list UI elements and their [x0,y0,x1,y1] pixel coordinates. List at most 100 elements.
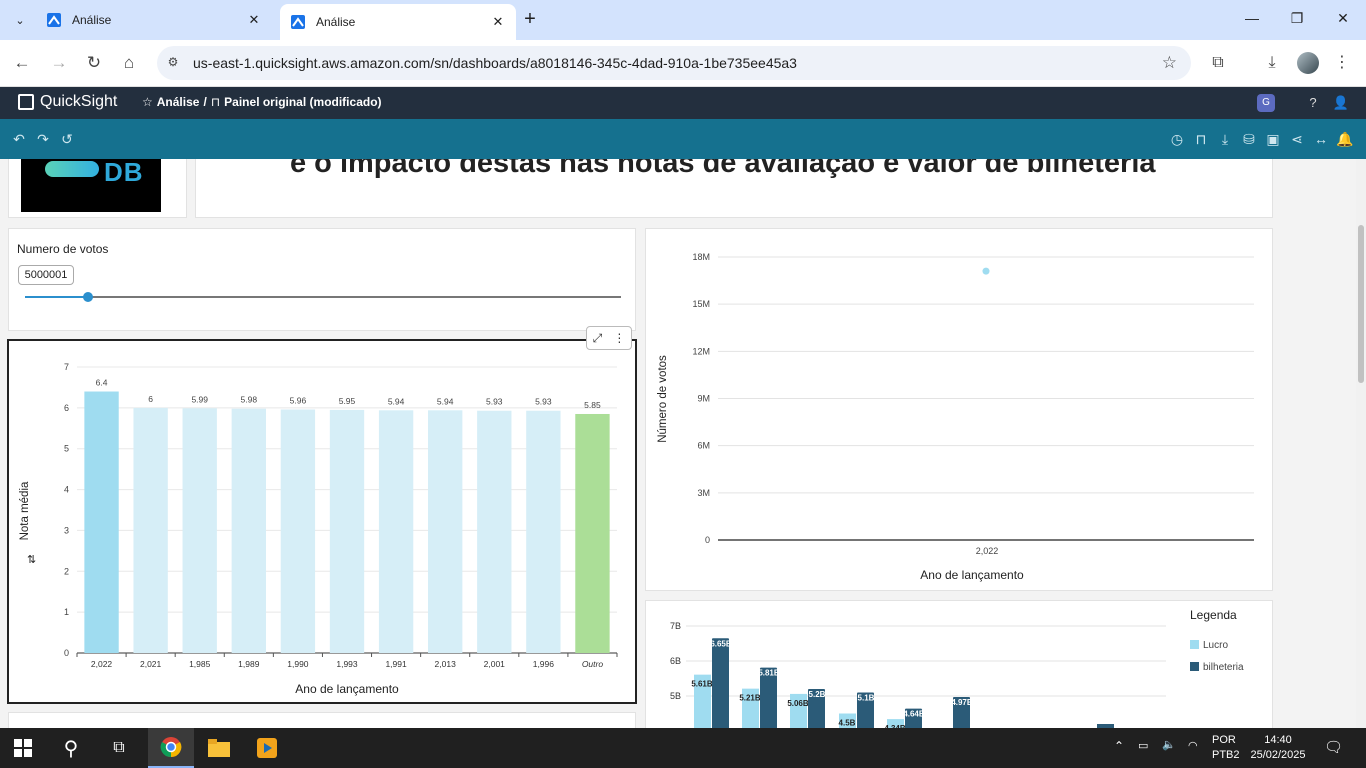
forward-arrow-icon[interactable]: → [48,52,70,74]
votes-scatter-panel[interactable]: 0 3M 6M 9M 12M 15M 18M 2,022 Ano de lançamento Nú… [645,228,1273,591]
task-view-icon[interactable]: ⧉ [96,728,142,768]
expand-icon[interactable]: ⤢ [593,331,603,346]
x-tick-label: 2,013 [435,659,457,669]
file-explorer-icon[interactable] [196,728,242,768]
network-icon[interactable]: ◠ [1188,739,1198,752]
reload-icon[interactable]: ↻ [83,52,105,74]
save-icon[interactable]: ▣ [1264,130,1282,148]
quicksight-favicon-icon [47,13,61,27]
help-icon[interactable]: ? [1304,94,1322,112]
bar-value-label: 5.93 [535,397,552,407]
window-restore-icon[interactable]: ❐ [1287,10,1307,30]
x-tick-label: 2,022 [91,659,113,669]
notification-center-icon[interactable]: 🗨 [1324,738,1343,756]
downloads-icon[interactable]: ⤓ [1261,52,1283,74]
schedule-clock-icon[interactable]: ◷ [1168,130,1186,148]
browser-menu-kebab-icon[interactable]: ⋮ [1331,52,1353,74]
bookmark-icon[interactable]: ⊓ [1192,130,1210,148]
bar [526,410,561,653]
volume-icon[interactable]: 🔈 [1162,738,1176,751]
profile-avatar[interactable] [1297,52,1319,74]
revenue-bar-chart-panel[interactable]: 5B 6B 7B 5.61B 6.65B 5.21B 5.81B 5.06B 5.2B 4.5B 5… [645,600,1273,728]
search-icon[interactable]: ⚲ [48,728,94,768]
browser-tab-1[interactable]: Análise ✕ [36,4,272,36]
browser-tab-2[interactable]: Análise ✕ [280,4,516,40]
x-tick-label: 1,996 [533,659,555,669]
address-url: us-east-1.quicksight.aws.amazon.com/sn/d… [193,55,797,71]
address-bar[interactable]: ⚙ us-east-1.quicksight.aws.amazon.com/sn… [157,46,1191,80]
q-assistant-icon[interactable]: G [1257,94,1275,112]
fit-width-icon[interactable]: ↔ [1312,130,1330,148]
windows-taskbar: ⚲ ⧉ ⌃ ▭ 🔈 ◠ POR PTB2 14:40 25/02/2025 🗨 [0,728,1366,768]
visual-menu: ⤢ ⋮ [586,326,632,350]
y-tick-label: 3 [64,525,69,535]
dataset-icon[interactable]: ⛁ [1240,130,1258,148]
page-scrollbar[interactable] [1356,159,1366,728]
y-tick-label: 18M [692,252,710,262]
windows-start-icon[interactable] [0,728,46,768]
reset-icon[interactable]: ↺ [58,130,76,148]
site-info-icon[interactable]: ⚙ [165,55,181,71]
clock[interactable]: 14:40 25/02/2025 [1248,733,1308,763]
bar-value-label: 5.85 [584,400,601,410]
bar-value-label: 5.98 [241,395,258,405]
notification-bell-icon[interactable]: 🔔 [1336,130,1354,148]
language-indicator[interactable]: POR PTB2 [1212,733,1240,763]
bar [428,410,463,653]
scrollbar-thumb[interactable] [1358,225,1364,383]
chrome-taskbar-icon[interactable] [148,728,194,768]
tray-chevron-up-icon[interactable]: ⌃ [1114,739,1124,753]
header-panel: e o impacto destas nas notas de avaliaçã… [195,159,1273,218]
window-minimize-icon[interactable]: — [1242,10,1262,30]
tab-close-icon[interactable]: ✕ [490,14,506,30]
visual-options-kebab-icon[interactable]: ⋮ [613,331,625,345]
dashboard-toolbar: ↶ ↷ ↺ ◷ ⊓ ⤓ ⛁ ▣ ⋖ ↔ 🔔 [0,119,1366,159]
back-arrow-icon[interactable]: ← [11,52,33,74]
favorite-star-icon[interactable]: ☆ [142,95,153,109]
bar [84,391,119,653]
undo-icon[interactable]: ↶ [10,130,28,148]
home-icon[interactable]: ⌂ [118,52,140,74]
y-tick-label: 7 [64,362,69,372]
x-tick-label: 2,022 [976,546,999,556]
db-logo-image: DB [21,159,161,212]
x-axis-title: Ano de lançamento [295,682,399,696]
redo-icon[interactable]: ↷ [34,130,52,148]
votes-filter-panel: Numero de votos 5000001 [8,228,636,331]
y-tick-label: 12M [692,346,710,356]
extensions-puzzle-icon[interactable]: ⧉ [1207,52,1229,74]
lucro-value-label: 4.5B [839,719,856,728]
bookmark-icon[interactable]: ⊓ [211,95,220,109]
bar-value-label: 6 [148,394,153,404]
bar-value-label: 5.94 [388,396,405,406]
votes-slider-track[interactable] [25,296,621,298]
y-tick-label: 5B [670,691,681,701]
votes-scatter-chart: 0 3M 6M 9M 12M 15M 18M 2,022 Ano de lançamento Nú… [657,252,1254,582]
media-player-icon[interactable] [244,728,290,768]
bilheteria-value-label: 4.97B [951,698,973,707]
bookmark-star-icon[interactable]: ☆ [1162,53,1177,73]
votes-slider-handle[interactable] [83,292,94,302]
bilheteria-value-label: 6.65B [710,639,732,648]
battery-icon[interactable]: ▭ [1138,739,1148,752]
breadcrumb-sheet[interactable]: Painel original (modificado) [224,95,381,109]
bar [133,407,168,653]
legend-swatch-bilheteria [1190,662,1199,671]
filter-value-input[interactable]: 5000001 [18,265,74,285]
new-tab-plus-icon[interactable]: + [520,9,540,30]
revenue-bar-chart: 5B 6B 7B 5.61B 6.65B 5.21B 5.81B 5.06B5.2B 4.5B 5… [670,608,1244,728]
quicksight-logo-icon [18,94,34,110]
window-close-icon[interactable]: ✕ [1333,10,1353,30]
breadcrumb-analysis[interactable]: Análise [157,95,200,109]
share-icon[interactable]: ⋖ [1288,130,1306,148]
avg-rating-bar-chart-panel[interactable]: 0 1 2 3 4 5 6 7 6.4 2,022 6 2,021 5.99 1,985 5.98 1,989… [7,339,637,704]
tab-close-icon[interactable]: ✕ [246,12,262,28]
quicksight-logo[interactable]: QuickSight [18,93,117,111]
clock-time: 14:40 [1264,734,1292,746]
y-tick-label: 6M [697,441,710,451]
x-tick-label: 1,990 [287,659,309,669]
tab-search-chevron-icon[interactable]: ⌄ [8,8,32,32]
user-account-icon[interactable]: 👤 [1332,94,1350,112]
y-tick-label: 6B [670,656,681,666]
export-download-icon[interactable]: ⤓ [1216,130,1234,148]
